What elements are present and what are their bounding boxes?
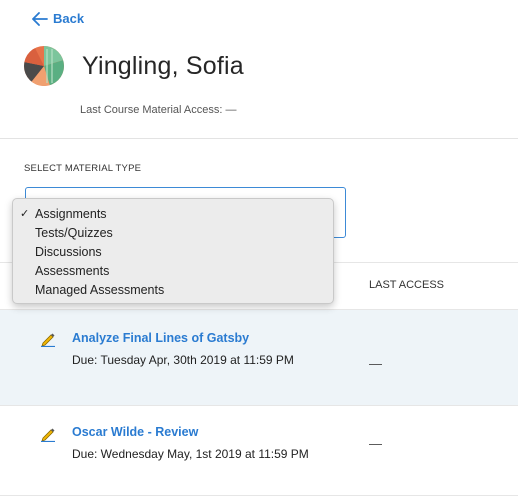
- pencil-icon: [41, 428, 55, 442]
- header-divider: [0, 138, 518, 139]
- column-header-last-access[interactable]: LAST ACCESS: [369, 279, 444, 291]
- assignment-last-access: —: [369, 436, 382, 451]
- student-name: Yingling, Sofia: [82, 51, 244, 80]
- table-row: Analyze Final Lines of Gatsby Due: Tuesd…: [0, 310, 518, 406]
- assignment-title-link[interactable]: Oscar Wilde - Review: [72, 425, 198, 439]
- avatar: [24, 46, 64, 86]
- checkmark-icon: ✓: [20, 208, 30, 220]
- assignment-due-date: Due: Wednesday May, 1st 2019 at 11:59 PM: [72, 447, 309, 461]
- dropdown-option-tests-quizzes[interactable]: Tests/Quizzes: [13, 224, 333, 243]
- student-header: Yingling, Sofia: [24, 46, 244, 86]
- dropdown-option-label: Assignments: [35, 207, 107, 221]
- select-material-type-label: SELECT MATERIAL TYPE: [24, 163, 142, 174]
- dropdown-option-managed-assessments[interactable]: Managed Assessments: [13, 281, 333, 300]
- table-row: Oscar Wilde - Review Due: Wednesday May,…: [0, 406, 518, 496]
- assignment-title-link[interactable]: Analyze Final Lines of Gatsby: [72, 331, 249, 345]
- dropdown-option-label: Tests/Quizzes: [35, 226, 113, 240]
- last-course-material-access: Last Course Material Access: —: [80, 104, 237, 116]
- material-type-dropdown-menu: ✓ Assignments Tests/Quizzes Discussions …: [12, 198, 334, 304]
- dropdown-option-discussions[interactable]: Discussions: [13, 243, 333, 262]
- assignment-due-date: Due: Tuesday Apr, 30th 2019 at 11:59 PM: [72, 353, 294, 367]
- dropdown-option-assessments[interactable]: Assessments: [13, 262, 333, 281]
- dropdown-option-label: Managed Assessments: [35, 283, 165, 297]
- dropdown-option-assignments[interactable]: ✓ Assignments: [13, 205, 333, 224]
- dropdown-option-label: Discussions: [35, 245, 102, 259]
- back-link[interactable]: Back: [32, 11, 84, 26]
- arrow-left-icon: [32, 11, 48, 26]
- pencil-icon: [41, 333, 55, 347]
- assignment-last-access: —: [369, 356, 382, 371]
- dropdown-option-label: Assessments: [35, 264, 110, 278]
- back-label: Back: [53, 11, 85, 26]
